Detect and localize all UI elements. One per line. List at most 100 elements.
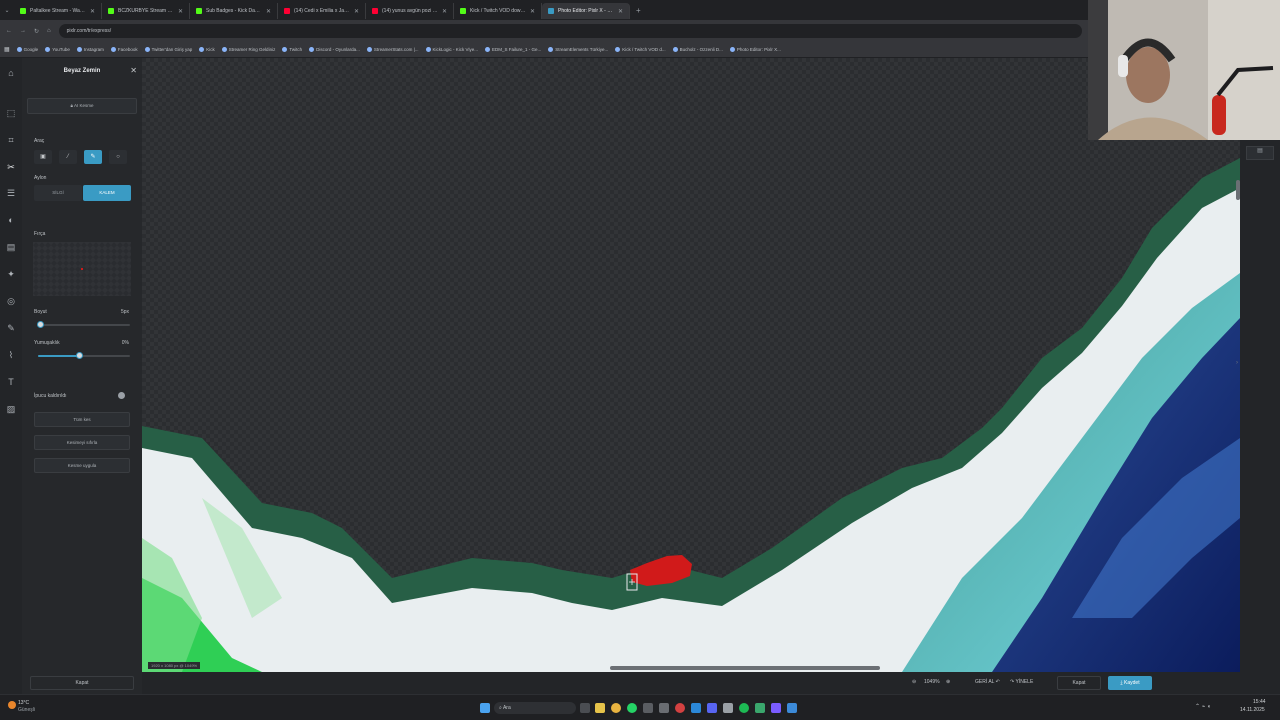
file-explorer-icon[interactable] (595, 703, 605, 713)
tab-close-icon[interactable]: ✕ (618, 8, 623, 15)
whatsapp-icon[interactable] (627, 703, 637, 713)
tip-toggle[interactable] (118, 392, 125, 399)
bookmark-item[interactable]: Discord - Oyunlarda... (309, 47, 360, 52)
brush-preview (33, 242, 131, 296)
softness-slider[interactable] (38, 352, 130, 359)
app-icon[interactable] (787, 703, 797, 713)
app-icon[interactable] (691, 703, 701, 713)
bookmark-item[interactable]: Facebook (110, 47, 138, 52)
bookmark-item[interactable]: Kick (199, 47, 215, 52)
bookmark-item[interactable]: Photo Editor: Pixlr X... (729, 47, 781, 52)
tab-close-icon[interactable]: ✕ (90, 8, 95, 15)
layers-button[interactable]: ▤ (1246, 146, 1274, 160)
editor-canvas[interactable]: 1920 x 1080 px @ 1049% (142, 58, 1240, 672)
forward-icon[interactable]: → (20, 28, 26, 34)
arrange-icon[interactable]: ⬚ (6, 108, 16, 118)
app-icon[interactable] (723, 703, 733, 713)
bookmark-item[interactable]: Kick / Twitch VOD d... (615, 47, 666, 52)
tool-shape-icon[interactable]: ○ (109, 150, 127, 164)
tool-wand-icon[interactable]: ⁄ (59, 150, 77, 164)
app-icon[interactable] (643, 703, 653, 713)
panel-close-icon[interactable]: ✕ (130, 66, 137, 75)
brush-icon[interactable]: ⌇ (6, 350, 16, 360)
new-tab-button[interactable]: + (630, 6, 647, 15)
tab-close-icon[interactable]: ✕ (354, 8, 359, 15)
softness-slider-knob[interactable] (76, 352, 84, 359)
expand-chevron-icon[interactable]: › (1236, 360, 1238, 366)
pen-segment[interactable]: KALEM (83, 185, 131, 201)
tab-search-icon[interactable]: ⌄ (0, 7, 14, 14)
cut-all-button[interactable]: Tüm kes (34, 412, 130, 427)
url-field[interactable]: pixlr.com/tr/express/ (58, 24, 1082, 38)
browser-tab[interactable]: (14) yunus avgün pozi pozi - Y ✕ (366, 3, 454, 19)
bookmark-item[interactable]: Google (16, 47, 38, 52)
retouch-icon[interactable]: ✦ (6, 269, 16, 279)
tab-close-icon[interactable]: ✕ (266, 8, 271, 15)
adjust-icon[interactable]: ☰ (6, 188, 16, 198)
bookmark-item[interactable]: Streamer Ring Geldiniz (221, 47, 275, 52)
weather-temp: 13°C (18, 700, 30, 706)
apply-cutout-button[interactable]: Kesme uygula (34, 458, 130, 473)
home-icon[interactable]: ⌂ (6, 68, 16, 78)
bookmark-item[interactable]: Bucholz - Ozzenli D... (672, 47, 723, 52)
back-icon[interactable]: ← (6, 28, 12, 34)
filter-icon[interactable]: ◐ (6, 215, 16, 225)
bookmark-item[interactable]: Instagram (76, 47, 104, 52)
spotify-icon[interactable] (739, 703, 749, 713)
reset-cutout-button[interactable]: Kesimeyi sıfırla (34, 435, 130, 450)
close-editor-button[interactable]: Kapat (1057, 676, 1101, 690)
undo-button[interactable]: GERİ AL ↶ (975, 679, 1000, 685)
bookmark-item[interactable]: StreamerStats.com |... (366, 47, 419, 52)
discord-icon[interactable] (707, 703, 717, 713)
bookmark-item[interactable]: Twitter'dan Giriş yap (144, 47, 192, 52)
app-icon[interactable] (771, 703, 781, 713)
redo-button[interactable]: ↷ YİNELE (1010, 679, 1033, 685)
cutout-icon[interactable]: ✂ (6, 162, 16, 172)
bookmark-item[interactable]: Twitch (282, 47, 302, 52)
tool-auto-icon[interactable]: ▣ (34, 150, 52, 164)
horizontal-scrollbar[interactable] (610, 666, 880, 670)
browser-tab[interactable]: Paltalkee Stream - Watch Live ✕ (14, 3, 102, 19)
size-slider-knob[interactable] (36, 321, 44, 328)
app-icon[interactable] (659, 703, 669, 713)
clock-time: 15:44 (1253, 699, 1266, 705)
app-icon[interactable] (675, 703, 685, 713)
browser-tab[interactable]: BCZKURBYE Stream - Watch li ✕ (102, 3, 190, 19)
tab-close-icon[interactable]: ✕ (442, 8, 447, 15)
save-button[interactable]: ⤓ Kaydet (1108, 676, 1152, 690)
draw-icon[interactable]: ✎ (6, 323, 16, 333)
browser-tab[interactable]: (14) Cedi x Emilia x Jay M ✕ (278, 3, 366, 19)
home-icon[interactable]: ⌂ (47, 28, 51, 34)
task-view-icon[interactable] (580, 703, 590, 713)
chrome-icon[interactable] (611, 703, 621, 713)
tab-close-icon[interactable]: ✕ (178, 8, 183, 15)
tray-icons[interactable]: ⌃ ⌁ ◖ (1195, 703, 1211, 710)
tab-close-icon[interactable]: ✕ (530, 8, 535, 15)
frame-icon[interactable]: ▤ (6, 242, 16, 252)
bookmark-item[interactable]: StreamElements Türkiye... (548, 47, 608, 52)
text-icon[interactable]: T (6, 377, 16, 387)
panel-close-button[interactable]: Kapat (30, 676, 134, 690)
bookmark-item[interactable]: YouTube (45, 47, 70, 52)
apps-icon[interactable]: ▦ (4, 46, 10, 53)
taskbar-search[interactable]: ⌕ Ara (494, 702, 576, 714)
reload-icon[interactable]: ↻ (34, 28, 39, 35)
zoom-level[interactable]: 1049% (924, 679, 940, 685)
pattern-icon[interactable]: ▨ (6, 404, 16, 414)
app-icon[interactable] (755, 703, 765, 713)
zoom-in-icon[interactable]: ⊕ (946, 679, 950, 685)
tool-brush-icon[interactable]: ✎ (84, 150, 102, 164)
liquify-icon[interactable]: ◎ (6, 296, 16, 306)
start-icon[interactable] (480, 703, 490, 713)
browser-tab[interactable]: Photo Editor: Pixlr X - çevrimiçi ✕ (542, 3, 630, 19)
size-slider[interactable] (36, 321, 130, 328)
zoom-out-icon[interactable]: ⊖ (912, 679, 916, 685)
eraser-segment[interactable]: SİLGİ (34, 185, 82, 201)
vertical-scrollbar[interactable] (1236, 180, 1240, 200)
browser-tab[interactable]: Sub Badges - Kick Dashboard ✕ (190, 3, 278, 19)
bookmark-item[interactable]: KickLogic - Kick Viye... (425, 47, 478, 52)
browser-tab[interactable]: Kick / Twitch VOD downloader ✕ (454, 3, 542, 19)
ai-cutout-button[interactable]: 🔒︎ AI Kesme (27, 98, 137, 114)
crop-icon[interactable]: ⌗ (6, 135, 16, 145)
bookmark-item[interactable]: EDM_S Failure_1 - Ge... (484, 47, 541, 52)
